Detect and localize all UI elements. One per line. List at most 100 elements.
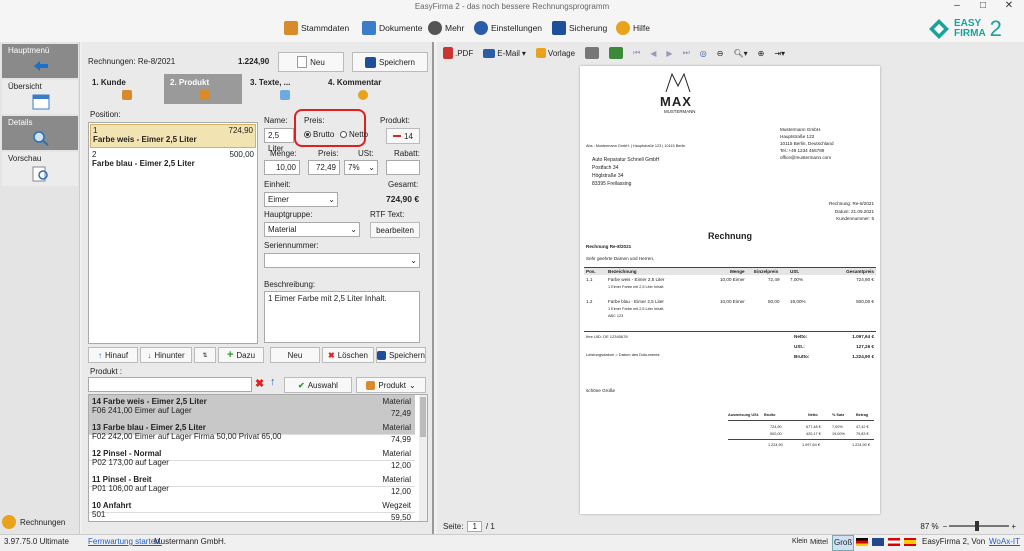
- produkt-dropdown-button[interactable]: Produkt ⌄: [356, 377, 426, 393]
- font-size-mittel[interactable]: Mittel: [810, 535, 828, 549]
- product-list[interactable]: 14 Farbe weis - Eimer 2,5 Liter Material …: [88, 394, 428, 522]
- nav-hauptmenu[interactable]: Hauptmenü: [2, 44, 78, 78]
- tab-kommentar[interactable]: 4. Kommentar: [322, 74, 422, 104]
- produkt-search-input[interactable]: [88, 377, 252, 392]
- hauptgruppe-label: Hauptgruppe:: [264, 210, 313, 219]
- divider: [584, 331, 876, 332]
- scrollbar-thumb[interactable]: [420, 397, 426, 437]
- compass-icon[interactable]: ◎: [700, 49, 707, 58]
- tab-kunde[interactable]: 1. Kunde: [86, 74, 162, 104]
- email-icon: [483, 48, 496, 58]
- print-preview-panel: .PDF E-Mail ▾ Vorlage ⏮ ◀ ▶ ⏭ ◎ ⊖ 🔍︎▾ ⊕ ⇥…: [437, 42, 1024, 534]
- mehr-button[interactable]: Mehr: [428, 18, 464, 38]
- seriennummer-select[interactable]: ⌄: [264, 253, 420, 268]
- prev-page-icon[interactable]: ◀: [650, 49, 656, 58]
- netto-radio[interactable]: Netto: [340, 130, 368, 139]
- next-page-icon[interactable]: ▶: [666, 49, 672, 58]
- sort-icon: ⇅: [202, 352, 208, 359]
- email-button[interactable]: E-Mail ▾: [483, 48, 526, 58]
- zoom-in-icon[interactable]: ⊕: [758, 49, 765, 58]
- einstellungen-button[interactable]: Einstellungen: [474, 18, 542, 38]
- flag-de-icon[interactable]: [856, 538, 868, 546]
- zoom-in-icon[interactable]: +: [1011, 522, 1016, 531]
- close-button[interactable]: ✕: [996, 0, 1022, 14]
- position-label: Position:: [90, 110, 121, 119]
- radio-checked: [304, 131, 311, 138]
- chevron-down-icon: ⌄: [410, 256, 417, 265]
- nav-rechnungen[interactable]: Rechnungen: [2, 512, 80, 532]
- tab-produkt[interactable]: 2. Produkt: [164, 74, 242, 104]
- position-list[interactable]: 1 724,90 Farbe weis - Eimer 2,5 Liter 2 50…: [88, 122, 258, 344]
- tab-texte[interactable]: 3. Texte, ...: [244, 74, 320, 104]
- vendor-link[interactable]: WoAx-IT: [989, 535, 1020, 549]
- flag-at-icon[interactable]: [888, 538, 900, 546]
- vorlage-button[interactable]: Vorlage: [535, 48, 575, 58]
- position-item[interactable]: 2 500,00 Farbe blau - Eimer 2,5 Liter: [90, 149, 256, 173]
- zoom-out-icon[interactable]: ⊖: [717, 49, 724, 58]
- dokumente-button[interactable]: Dokumente: [362, 18, 422, 38]
- produkt-number-button[interactable]: 14: [386, 128, 420, 144]
- arrow-up-icon[interactable]: ↑: [270, 376, 276, 388]
- maximize-button[interactable]: □: [970, 0, 996, 14]
- bearbeiten-button[interactable]: bearbeiten: [370, 222, 420, 238]
- menge-field[interactable]: 10,00: [264, 160, 300, 175]
- ust-select[interactable]: 7% ⌄: [344, 160, 378, 175]
- scrollbar[interactable]: [419, 395, 427, 521]
- seriennummer-label: Seriennummer:: [264, 241, 319, 250]
- last-page-icon[interactable]: ⏭: [683, 48, 690, 58]
- nav-details[interactable]: Details: [2, 116, 78, 150]
- clear-icon[interactable]: ✖: [255, 377, 264, 390]
- export-icon[interactable]: ⇥▾: [774, 49, 785, 58]
- product-item[interactable]: 10 Anfahrt Wegzeit 501 59,50: [89, 499, 415, 521]
- loeschen-button[interactable]: ✖ Löschen: [322, 347, 374, 363]
- brutto-radio[interactable]: Brutto: [304, 130, 334, 139]
- comment-icon: [358, 90, 368, 100]
- closing-text: schöne Grüße: [586, 388, 616, 393]
- minimize-button[interactable]: –: [944, 0, 970, 14]
- radio-unchecked: [340, 131, 347, 138]
- hinauf-button[interactable]: ↑ Hinauf: [88, 347, 138, 363]
- customer-icon: [122, 90, 132, 100]
- beschreibung-textarea[interactable]: 1 Eimer Farbe mit 2,5 Liter Inhalt.: [264, 291, 420, 343]
- hilfe-button[interactable]: Hilfe: [616, 18, 650, 38]
- neu-button[interactable]: Neu: [278, 52, 344, 72]
- flag-uk-icon[interactable]: [872, 538, 884, 546]
- nav-vorschau[interactable]: Vorschau: [2, 152, 78, 186]
- stammdaten-button[interactable]: Stammdaten: [284, 18, 349, 38]
- nav-uebersicht[interactable]: Übersicht: [2, 80, 78, 114]
- flag-es-icon[interactable]: [904, 538, 916, 546]
- cart-icon: [284, 21, 298, 35]
- font-size-klein[interactable]: Klein: [792, 535, 808, 549]
- preis-field[interactable]: 72,49: [308, 160, 340, 175]
- sort-abc-button[interactable]: ⇅: [194, 347, 216, 363]
- zoom-slider-track[interactable]: [949, 521, 1010, 531]
- greeting: Sehr geehrte Damen und Herren,: [586, 256, 655, 261]
- hauptgruppe-select[interactable]: Material ⌄: [264, 222, 360, 237]
- auswahl-button[interactable]: ✔ Auswahl: [284, 377, 352, 393]
- seite-label: Seite:: [443, 521, 464, 531]
- einheit-select[interactable]: Eimer ⌄: [264, 192, 338, 207]
- fernwartung-link[interactable]: Fernwartung starten.: [88, 535, 162, 549]
- print-icon[interactable]: [585, 47, 600, 59]
- position-item[interactable]: 1 724,90 Farbe weis - Eimer 2,5 Liter: [90, 124, 256, 148]
- page-number-input[interactable]: 1: [467, 520, 482, 532]
- invoice-page: MAX MUSTERMANN Abs.: Mustermann GmbH. | …: [580, 66, 880, 514]
- pdf-button[interactable]: .PDF: [443, 47, 473, 59]
- print-settings-icon[interactable]: [609, 47, 624, 59]
- speichern-position-button[interactable]: Speichern: [376, 347, 426, 363]
- sicherung-button[interactable]: Sicherung: [552, 18, 607, 38]
- zoom-icon[interactable]: 🔍︎▾: [733, 49, 747, 58]
- first-page-icon[interactable]: ⏮: [633, 48, 640, 58]
- neu-position-button[interactable]: Neu: [270, 347, 320, 363]
- zoom-slider-thumb[interactable]: [975, 521, 980, 531]
- rabatt-field[interactable]: [386, 160, 420, 175]
- zoom-slider[interactable]: − +: [943, 521, 1016, 531]
- dazu-button[interactable]: + Dazu: [218, 347, 264, 363]
- zoom-out-icon[interactable]: −: [943, 522, 948, 531]
- page-count: / 1: [485, 521, 495, 531]
- hinunter-button[interactable]: ↓ Hinunter: [140, 347, 192, 363]
- calendar-icon: [32, 94, 50, 110]
- speichern-button[interactable]: Speichern: [352, 52, 428, 72]
- logo-icon: [929, 19, 949, 39]
- name-field[interactable]: 2,5 Liter: [264, 128, 294, 153]
